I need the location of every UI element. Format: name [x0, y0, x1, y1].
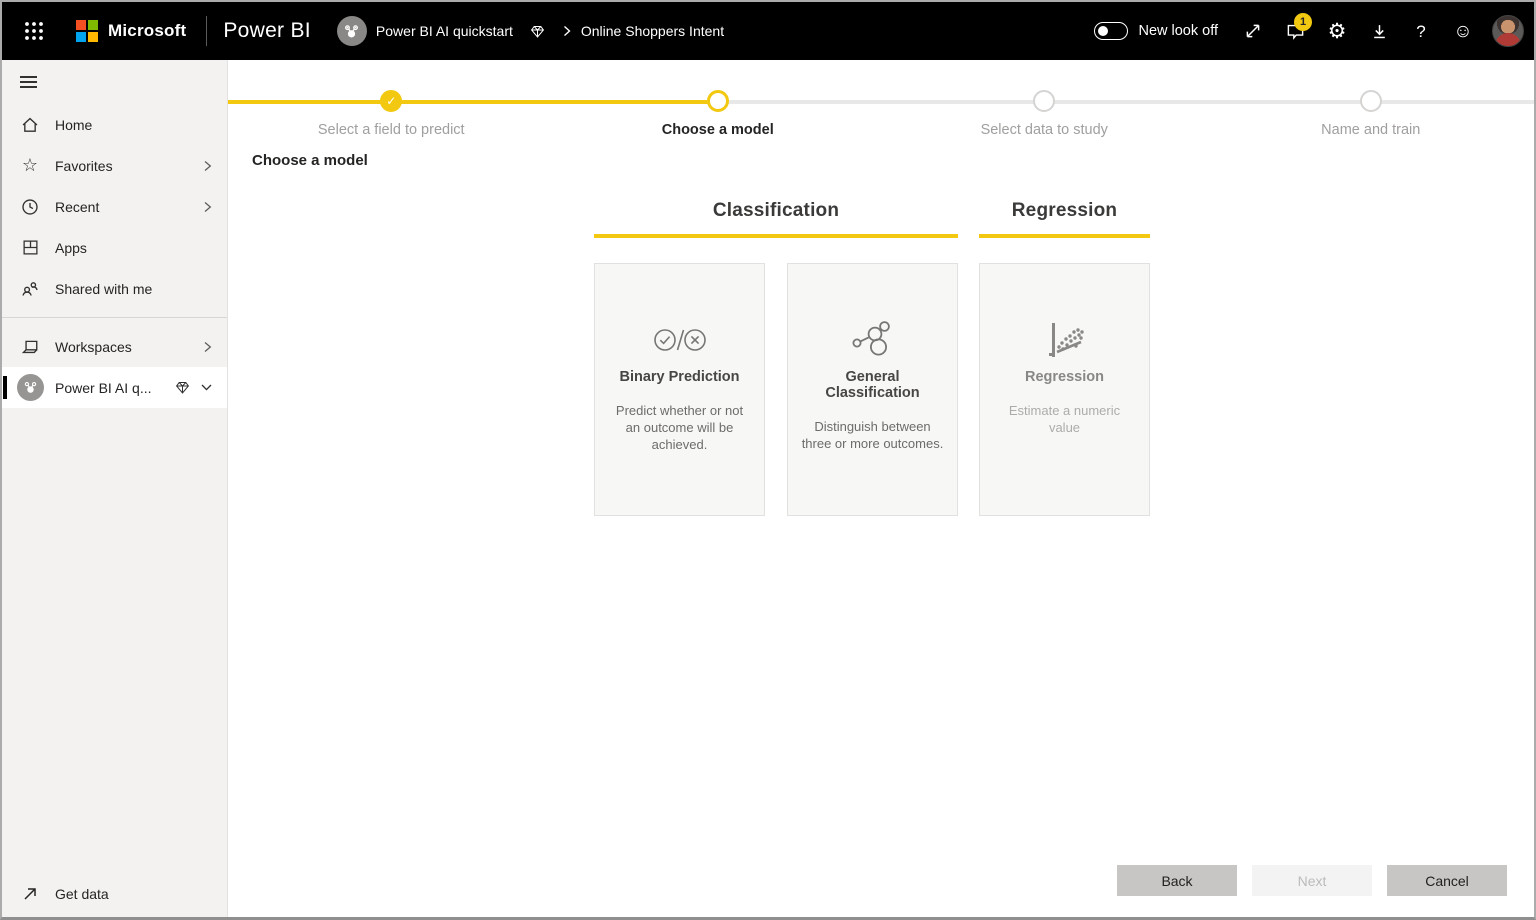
waffle-icon — [25, 22, 43, 40]
sidebar-item-current-workspace[interactable]: Power BI AI q... — [2, 367, 227, 408]
feedback-smiley-icon[interactable]: ☺ — [1442, 11, 1484, 51]
get-data-button[interactable]: Get data — [2, 871, 227, 917]
wizard-footer-buttons: Back Next Cancel — [1117, 865, 1507, 896]
classification-group-header: Classification — [594, 200, 958, 238]
sidebar-item-label: Favorites — [55, 157, 113, 174]
sidebar-item-label: Recent — [55, 198, 100, 215]
top-header-bar: Microsoft Power BI Power BI AI quickstar… — [2, 2, 1534, 60]
home-icon — [20, 116, 40, 134]
powerbi-wordmark[interactable]: Power BI — [223, 19, 311, 43]
sidebar-item-apps[interactable]: Apps — [2, 227, 227, 268]
user-avatar[interactable] — [1492, 15, 1524, 47]
step-2-label: Choose a model — [661, 122, 774, 138]
chevron-right-icon — [202, 341, 213, 353]
premium-gem-icon — [530, 24, 545, 39]
cancel-button[interactable]: Cancel — [1387, 865, 1507, 896]
card-description: Predict whether or not an outcome will b… — [615, 403, 744, 453]
microsoft-logo[interactable]: Microsoft — [76, 20, 186, 42]
sidebar-item-label: Workspaces — [55, 338, 132, 355]
toggle-knob — [1098, 25, 1109, 36]
card-title: Regression — [1025, 369, 1104, 385]
regression-group-header: Regression — [979, 200, 1150, 238]
microsoft-logo-icon — [76, 20, 98, 42]
expand-fullscreen-icon[interactable] — [1232, 11, 1274, 51]
step-3-dot[interactable] — [1033, 90, 1056, 112]
binary-prediction-card[interactable]: Binary Prediction Predict whether or not… — [594, 263, 765, 516]
sidebar-divider — [2, 317, 227, 318]
step-3-label: Select data to study — [980, 122, 1108, 138]
star-icon: ☆ — [21, 155, 39, 175]
apps-grid-icon — [20, 239, 40, 256]
nav-collapse-button[interactable] — [2, 60, 227, 104]
card-description: Estimate a numeric value — [1008, 403, 1121, 436]
sidebar-item-recent[interactable]: Recent — [2, 186, 227, 227]
microsoft-wordmark: Microsoft — [108, 21, 187, 40]
sidebar-item-workspaces[interactable]: Workspaces — [2, 326, 227, 367]
header-actions: New look off 1 ⚙ ? ☺ — [1094, 11, 1524, 51]
chevron-right-icon — [202, 201, 213, 213]
main-content: ✓ Select a field to predict Choose a mod… — [228, 60, 1534, 917]
classification-group: Classification Binary Prediction Predict… — [594, 200, 958, 516]
workspace-avatar — [17, 374, 44, 401]
group-title: Classification — [712, 200, 840, 221]
regression-card[interactable]: Regression Estimate a numeric value — [979, 263, 1150, 516]
chevron-down-icon[interactable] — [200, 382, 213, 393]
comments-notifications-icon[interactable]: 1 — [1274, 11, 1316, 51]
page-title: Choose a model — [252, 152, 368, 169]
left-nav-sidebar: Home ☆ Favorites Recent Apps Shared with… — [2, 60, 228, 917]
chevron-right-icon — [202, 160, 213, 172]
new-look-toggle[interactable] — [1094, 22, 1129, 40]
next-button[interactable]: Next — [1252, 865, 1372, 896]
clock-icon — [20, 198, 40, 216]
general-classification-card[interactable]: General Classification Distinguish betwe… — [787, 263, 958, 516]
general-classification-icon — [800, 319, 945, 361]
get-data-arrow-icon — [20, 886, 40, 902]
breadcrumb-page[interactable]: Online Shoppers Intent — [581, 23, 724, 39]
card-title: General Classification — [825, 369, 920, 401]
wizard-stepper: ✓ Select a field to predict Choose a mod… — [228, 90, 1534, 138]
sidebar-item-label: Shared with me — [55, 280, 153, 297]
card-title: Binary Prediction — [619, 369, 740, 385]
breadcrumb-workspace[interactable]: Power BI AI quickstart — [376, 23, 513, 39]
sidebar-item-shared-with-me[interactable]: Shared with me — [2, 268, 227, 309]
sidebar-item-home[interactable]: Home — [2, 104, 227, 145]
sidebar-item-favorites[interactable]: ☆ Favorites — [2, 145, 227, 186]
settings-gear-icon[interactable]: ⚙ — [1316, 11, 1358, 51]
regression-group: Regression Regression Estimate a numeric… — [979, 200, 1150, 516]
step-1-dot[interactable]: ✓ — [380, 90, 403, 112]
check-icon: ✓ — [386, 94, 397, 108]
people-icon — [20, 280, 40, 298]
step-1-label: Select a field to predict — [317, 122, 465, 138]
new-look-label[interactable]: New look off — [1138, 23, 1218, 39]
group-title: Regression — [1011, 200, 1118, 221]
breadcrumb-chevron-icon — [562, 25, 572, 37]
robot-icon — [345, 24, 359, 37]
get-data-label: Get data — [55, 886, 109, 902]
model-selection-area: Classification Binary Prediction Predict… — [594, 200, 1150, 516]
download-icon[interactable] — [1358, 11, 1400, 51]
powerbi-app-window: Microsoft Power BI Power BI AI quickstar… — [0, 0, 1536, 920]
sidebar-item-label: Home — [55, 116, 93, 133]
step-2-dot[interactable] — [706, 90, 729, 112]
app-launcher-waffle-icon[interactable] — [14, 11, 54, 51]
group-underline — [594, 234, 958, 238]
card-description: Distinguish between three or more outcom… — [801, 419, 944, 452]
breadcrumb: Power BI AI quickstart Online Shoppers I… — [336, 16, 724, 46]
sidebar-item-label: Power BI AI q... — [55, 379, 152, 396]
hamburger-icon — [20, 73, 37, 91]
header-divider — [206, 16, 208, 46]
back-button[interactable]: Back — [1117, 865, 1237, 896]
workspaces-icon — [20, 338, 40, 356]
step-4-label: Name and train — [1321, 122, 1421, 138]
workspace-avatar — [336, 16, 367, 46]
regression-scatter-icon — [992, 319, 1137, 361]
help-icon[interactable]: ? — [1400, 11, 1442, 51]
binary-prediction-icon — [607, 319, 752, 361]
group-underline — [979, 234, 1150, 238]
sidebar-item-label: Apps — [55, 239, 87, 256]
notification-badge: 1 — [1294, 13, 1312, 31]
step-4-dot[interactable] — [1359, 90, 1382, 112]
premium-gem-icon — [175, 380, 190, 395]
